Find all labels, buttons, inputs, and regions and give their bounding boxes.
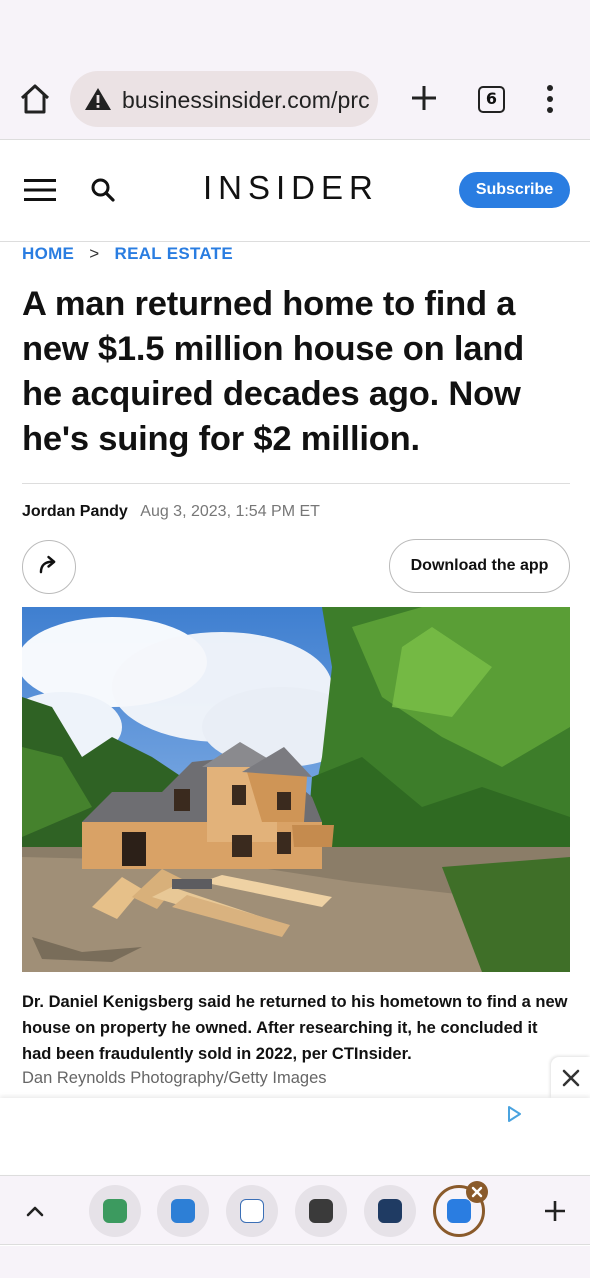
dark-app-icon	[309, 1199, 333, 1223]
tab-hotels[interactable]	[157, 1185, 209, 1237]
browser-toolbar: businessinsider.com/prc 6	[0, 58, 590, 140]
system-nav-bar	[0, 1246, 590, 1278]
photo-caption: Dr. Daniel Kenigsberg said he returned t…	[22, 993, 568, 1063]
tab-aig-direct[interactable]	[226, 1185, 278, 1237]
breadcrumb: HOME > REAL ESTATE	[22, 243, 233, 265]
tab-feedly[interactable]	[89, 1185, 141, 1237]
chevron-up-icon[interactable]	[24, 1200, 46, 1222]
url-text: businessinsider.com/prc	[122, 87, 370, 113]
author-name[interactable]: Jordan Pandy	[22, 503, 128, 520]
address-bar[interactable]: businessinsider.com/prc	[70, 71, 378, 127]
aig-direct-icon	[240, 1199, 264, 1223]
breadcrumb-home[interactable]: HOME	[22, 244, 74, 264]
breadcrumb-section[interactable]: REAL ESTATE	[115, 244, 234, 264]
site-header: INSIDER Subscribe	[0, 141, 590, 242]
status-bar	[0, 0, 590, 58]
subscribe-button[interactable]: Subscribe	[459, 172, 570, 208]
hamburger-menu-icon[interactable]	[24, 178, 56, 202]
new-tab-icon[interactable]	[408, 82, 440, 114]
close-tab-button[interactable]	[466, 1181, 488, 1203]
article-photo[interactable]	[22, 607, 570, 972]
breadcrumb-separator: >	[89, 243, 100, 263]
share-button[interactable]	[22, 540, 76, 594]
tab-switcher-button[interactable]: 6	[478, 86, 505, 113]
more-menu-icon[interactable]	[540, 84, 560, 114]
site-logo[interactable]: INSIDER	[203, 169, 379, 207]
close-icon	[562, 1069, 580, 1087]
warning-icon[interactable]	[84, 86, 112, 112]
home-icon[interactable]	[18, 82, 52, 116]
feedly-icon	[103, 1199, 127, 1223]
divider	[22, 483, 570, 484]
tab-count: 6	[485, 89, 498, 108]
tab-news-app[interactable]	[364, 1185, 416, 1237]
ad-choices-icon[interactable]	[506, 1106, 522, 1122]
ad-banner[interactable]	[0, 1098, 590, 1174]
tab-strip	[0, 1175, 590, 1245]
tab-dark-app[interactable]	[295, 1185, 347, 1237]
download-app-button[interactable]: Download the app	[389, 539, 570, 593]
close-icon	[471, 1186, 483, 1198]
hotels-icon	[171, 1199, 195, 1223]
publish-date: Aug 3, 2023, 1:54 PM ET	[140, 503, 320, 520]
byline: Jordan Pandy Aug 3, 2023, 1:54 PM ET	[22, 503, 320, 521]
house-construction-illustration	[22, 607, 570, 972]
add-tab-icon[interactable]	[543, 1199, 567, 1223]
photo-credit: Dan Reynolds Photography/Getty Images	[22, 1069, 327, 1087]
article-headline: A man returned home to find a new $1.5 m…	[22, 285, 524, 458]
ad-close-button[interactable]	[551, 1057, 590, 1098]
news-app-icon	[378, 1199, 402, 1223]
share-arrow-icon	[39, 555, 56, 574]
search-icon[interactable]	[90, 177, 116, 203]
